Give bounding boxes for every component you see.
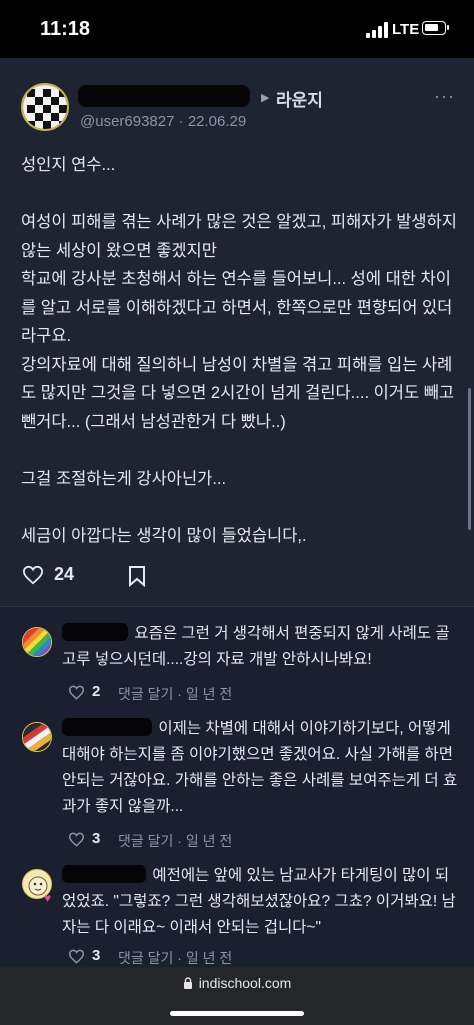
post-line: 학교에 강사분 초청해서 하는 연수를 들어보니... 성에 대한 차이를 알고… xyxy=(21,270,453,345)
rainbow-avatar[interactable] xyxy=(22,627,52,657)
post-line xyxy=(21,493,461,522)
post-date: 22.06.29 xyxy=(187,113,247,130)
author-name-redacted xyxy=(78,85,250,107)
url-text: indischool.com xyxy=(198,975,292,991)
browser-bar: indischool.com xyxy=(0,967,474,1025)
address-bar[interactable]: indischool.com xyxy=(0,975,474,991)
heart-icon[interactable] xyxy=(68,685,85,700)
post-line: 그걸 조절하는게 강사아닌가... xyxy=(21,469,227,488)
network-label: LTE xyxy=(392,21,420,38)
comment-time: 일 년 전 xyxy=(185,686,233,702)
more-options-icon[interactable]: ··· xyxy=(434,86,455,107)
comment-text: 요즘은 그런 거 생각해서 편중되지 않게 사례도 골고루 넣으시던데....강… xyxy=(62,623,450,668)
post-line xyxy=(21,180,461,209)
reply-button[interactable]: 댓글 달기 xyxy=(118,833,173,849)
author-avatar[interactable] xyxy=(21,83,69,131)
post-line: 세금이 아깝다는 생각이 많이 들었습니다,. xyxy=(21,526,307,545)
chevron-right-icon: ▶ xyxy=(261,92,270,104)
striped-avatar[interactable] xyxy=(22,722,52,752)
comment-time: 일 년 전 xyxy=(185,950,233,966)
reply-button[interactable]: 댓글 달기 xyxy=(118,950,173,966)
heart-badge-icon: ♥ xyxy=(44,891,52,905)
author-handle: @user693827 · 22.06.29 xyxy=(80,113,247,130)
comment-text: 예전에는 앞에 있는 남교사가 타게팅이 많이 되었었죠. "그렇죠? 그런 생… xyxy=(62,865,456,936)
commenter-name-redacted xyxy=(62,865,146,883)
post-line: 여성이 피해를 겪는 사례가 많은 것은 알겠고, 피해자가 발생하지 않는 세… xyxy=(21,213,462,260)
like-count: 24 xyxy=(54,564,75,584)
comment-meta: 댓글 달기 · 일 년 전 xyxy=(118,833,233,849)
scrollbar[interactable] xyxy=(468,388,471,530)
post: ▶ 라운지 @user693827 · 22.06.29 ··· 성인지 연수.… xyxy=(0,58,474,606)
heart-icon xyxy=(22,565,44,585)
status-time: 11:18 xyxy=(40,18,91,40)
heart-icon[interactable] xyxy=(68,832,85,847)
status-bar: 11:18 LTE xyxy=(0,0,474,58)
app-content: ▶ 라운지 @user693827 · 22.06.29 ··· 성인지 연수.… xyxy=(0,58,474,968)
post-line: 성인지 연수... xyxy=(21,156,116,174)
heart-icon[interactable] xyxy=(68,949,85,964)
post-line: 강의자료에 대해 질의하니 남성이 차별을 겪고 피해를 입는 사례도 많지만 … xyxy=(21,355,459,431)
commenter-name-redacted xyxy=(62,623,128,641)
reply-button[interactable]: 댓글 달기 xyxy=(118,686,173,702)
signal-icon xyxy=(366,22,388,38)
comment-meta: 댓글 달기 · 일 년 전 xyxy=(118,950,233,966)
home-indicator[interactable] xyxy=(170,1011,304,1016)
comment-like-count: 3 xyxy=(92,830,101,847)
bookmark-icon[interactable] xyxy=(128,565,146,587)
checker-avatar-icon xyxy=(23,85,67,129)
battery-icon xyxy=(422,21,449,35)
commenter-name-redacted xyxy=(62,718,152,736)
comment-text: 이제는 차별에 대해서 이야기하기보다, 어떻게 대해야 하는지를 좀 이야기했… xyxy=(62,718,458,815)
comment-like-count: 2 xyxy=(92,683,101,700)
post-body: 성인지 연수... 여성이 피해를 겪는 사례가 많은 것은 알겠고, 피해자가… xyxy=(21,151,461,550)
post-line xyxy=(21,436,461,465)
comment-like-count: 3 xyxy=(92,947,101,964)
board-name[interactable]: 라운지 xyxy=(276,86,323,111)
comment-time: 일 년 전 xyxy=(185,833,233,849)
lock-icon xyxy=(183,977,192,989)
striped-avatar-icon xyxy=(23,723,51,751)
comment-list: 요즘은 그런 거 생각해서 편중되지 않게 사례도 골고루 넣으시던데....강… xyxy=(0,606,474,968)
rainbow-avatar-icon xyxy=(23,628,51,656)
comment-meta: 댓글 달기 · 일 년 전 xyxy=(118,686,233,702)
